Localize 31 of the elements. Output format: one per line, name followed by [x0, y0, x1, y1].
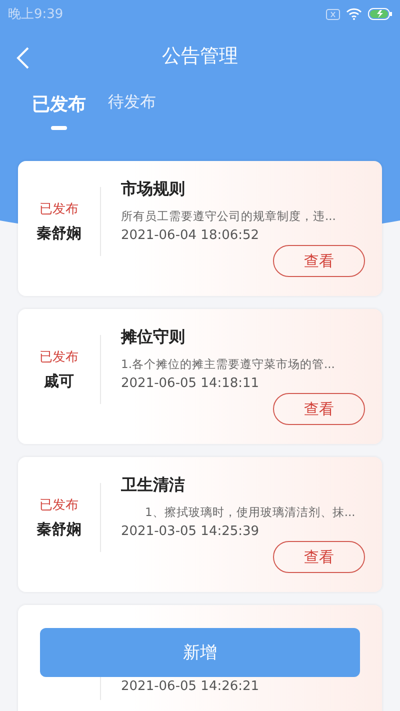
back-icon — [16, 47, 30, 69]
view-button[interactable]: 查看 — [273, 393, 365, 425]
view-button[interactable]: 查看 — [273, 245, 365, 277]
page-title: 公告管理 — [162, 44, 238, 69]
notice-summary: 1、擦拭玻璃时，使用玻璃清洁剂、抹... — [144, 505, 356, 520]
author-name: 秦舒娴 — [36, 520, 82, 539]
notice-time: 2021-06-04 18:06:52 — [121, 228, 260, 243]
notice-title: 卫生清洁 — [121, 475, 186, 496]
notice-summary: 1.各个摊位的摊主需要遵守菜市场的管... — [121, 357, 336, 372]
notice-time: 2021-06-05 14:18:11 — [121, 376, 260, 391]
author-name: 秦舒娴 — [36, 224, 82, 243]
notice-card[interactable]: 已发布 秦舒娴 卫生清洁 1、擦拭玻璃时，使用玻璃清洁剂、抹... 2021-03-05 14:25:39 查看 — [18, 457, 382, 592]
view-button[interactable]: 查看 — [273, 541, 365, 573]
tab[interactable]: 已发布 — [32, 88, 86, 130]
status-time: 晚上9:39 — [8, 6, 64, 23]
notice-time: 2021-06-05 14:26:21 — [121, 679, 260, 694]
status-label: 已发布 — [40, 201, 78, 218]
add-button[interactable]: 新增 — [40, 628, 360, 677]
sim-icon — [326, 8, 340, 20]
status-label: 已发布 — [40, 497, 78, 514]
notice-card[interactable]: 已发布 戚可 摊位守则 1.各个摊位的摊主需要遵守菜市场的管... 2021-06-05 14:18:11 查看 — [18, 309, 382, 444]
notice-summary: 所有员工需要遵守公司的规章制度，违... — [121, 209, 337, 224]
status-label: 已发布 — [40, 349, 78, 366]
wifi-icon — [346, 8, 362, 20]
author-name: 戚可 — [44, 372, 74, 391]
notice-time: 2021-03-05 14:25:39 — [121, 524, 260, 539]
notice-title: 市场规则 — [121, 179, 186, 200]
battery-icon — [368, 8, 392, 20]
notice-card[interactable]: 已发布 秦舒娴 市场规则 所有员工需要遵守公司的规章制度，违... 2021-06-04 18:06:52 查看 — [18, 161, 382, 296]
tab[interactable]: 待发布 — [108, 88, 156, 127]
notice-title: 摊位守则 — [121, 327, 186, 348]
